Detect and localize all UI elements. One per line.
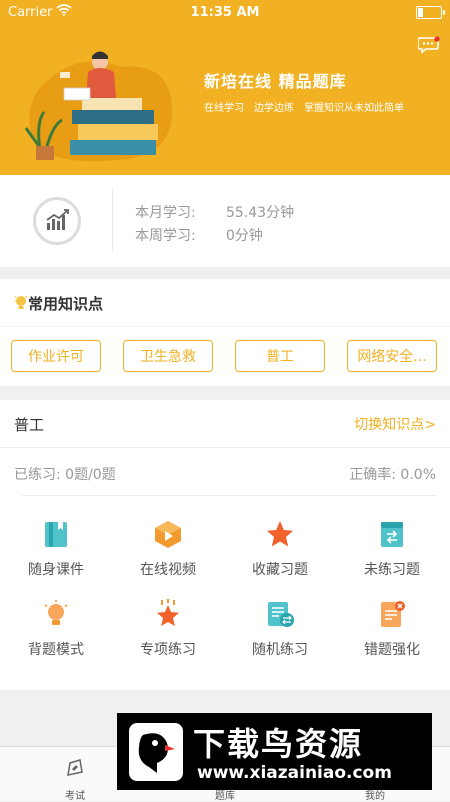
- feature-unpracticed[interactable]: 未练习题: [342, 519, 442, 579]
- knowledge-chip[interactable]: 卫生急救: [123, 340, 213, 372]
- feature-label: 随身课件: [28, 562, 84, 578]
- exam-icon: [67, 759, 83, 776]
- lightbulb-icon: [14, 295, 28, 309]
- divider: [0, 447, 450, 448]
- watermark-url: www.xiazainiao.com: [197, 763, 392, 783]
- accuracy-rate: 正确率: 0.0%: [349, 467, 436, 483]
- section-heading-text: 常用知识点: [28, 295, 104, 313]
- switch-knowledge-link[interactable]: 切换知识点>: [354, 414, 436, 434]
- feature-label: 专项练习: [140, 642, 196, 658]
- feature-label: 收藏习题: [252, 562, 308, 578]
- study-stats-card: 本月学习: 55.43分钟 本周学习: 0分钟: [0, 175, 450, 267]
- feature-online-video[interactable]: 在线视频: [118, 519, 218, 579]
- battery-icon: [416, 6, 445, 19]
- feature-random-practice[interactable]: 随机练习: [230, 599, 330, 659]
- clock: 11:35 AM: [190, 5, 260, 20]
- practiced-count: 已练习: 0题/0题: [14, 467, 116, 483]
- feature-courseware[interactable]: 随身课件: [6, 519, 106, 579]
- month-study-value: 55.43分钟: [226, 205, 295, 221]
- message-icon[interactable]: [418, 36, 440, 54]
- chart-trend-icon: [33, 197, 81, 245]
- feature-label: 随机练习: [252, 642, 308, 658]
- knowledge-chip[interactable]: 网络安全...: [347, 340, 437, 372]
- feature-favorites[interactable]: 收藏习题: [230, 519, 330, 579]
- feature-label: 背题模式: [28, 642, 84, 658]
- hero-subtitle: 在线学习 边学边练 掌握知识从未如此简单: [204, 103, 404, 114]
- wrong-question-icon: [381, 601, 405, 627]
- feature-label: 在线视频: [140, 562, 196, 578]
- knowledge-chip[interactable]: 普工: [235, 340, 325, 372]
- current-topic-title: 普工: [14, 416, 45, 434]
- reading-illustration: [24, 51, 172, 162]
- divider: [112, 189, 113, 251]
- special-star-icon: [157, 599, 179, 626]
- feature-label: 未练习题: [364, 562, 420, 578]
- feature-label: 错题强化: [364, 642, 420, 658]
- divider: [22, 495, 436, 496]
- unpracticed-icon: [381, 522, 403, 547]
- section-heading: 常用知识点: [14, 293, 103, 314]
- video-icon: [155, 521, 181, 548]
- practice-panel: 普工 切换知识点> 已练习: 0题/0题 正确率: 0.0% 随身课件 在线视频…: [0, 400, 450, 690]
- week-study-label: 本周学习:: [135, 228, 196, 244]
- watermark-banner: 下载鸟资源 www.xiazainiao.com: [117, 713, 432, 790]
- book-icon: [45, 522, 67, 547]
- week-study-value: 0分钟: [226, 228, 263, 244]
- feature-wrong-questions[interactable]: 错题强化: [342, 599, 442, 659]
- star-icon: [267, 521, 293, 547]
- random-icon: [268, 602, 294, 627]
- feature-special-practice[interactable]: 专项练习: [118, 599, 218, 659]
- hero-banner: Carrier 11:35 AM 新培在线 精品题库 在线学习 边学边练 掌握知…: [0, 0, 450, 175]
- knowledge-chip[interactable]: 作业许可: [11, 340, 101, 372]
- lightbulb-icon: [44, 600, 68, 625]
- status-bar: Carrier 11:35 AM: [0, 0, 450, 24]
- common-knowledge-section: 常用知识点 作业许可 卫生急救 普工 网络安全...: [0, 279, 450, 386]
- month-study-label: 本月学习:: [135, 205, 196, 221]
- feature-recite-mode[interactable]: 背题模式: [6, 599, 106, 659]
- divider: [0, 326, 450, 327]
- hero-title: 新培在线 精品题库: [204, 72, 347, 91]
- bird-logo-icon: [129, 723, 183, 781]
- watermark-title: 下载鸟资源: [193, 725, 364, 763]
